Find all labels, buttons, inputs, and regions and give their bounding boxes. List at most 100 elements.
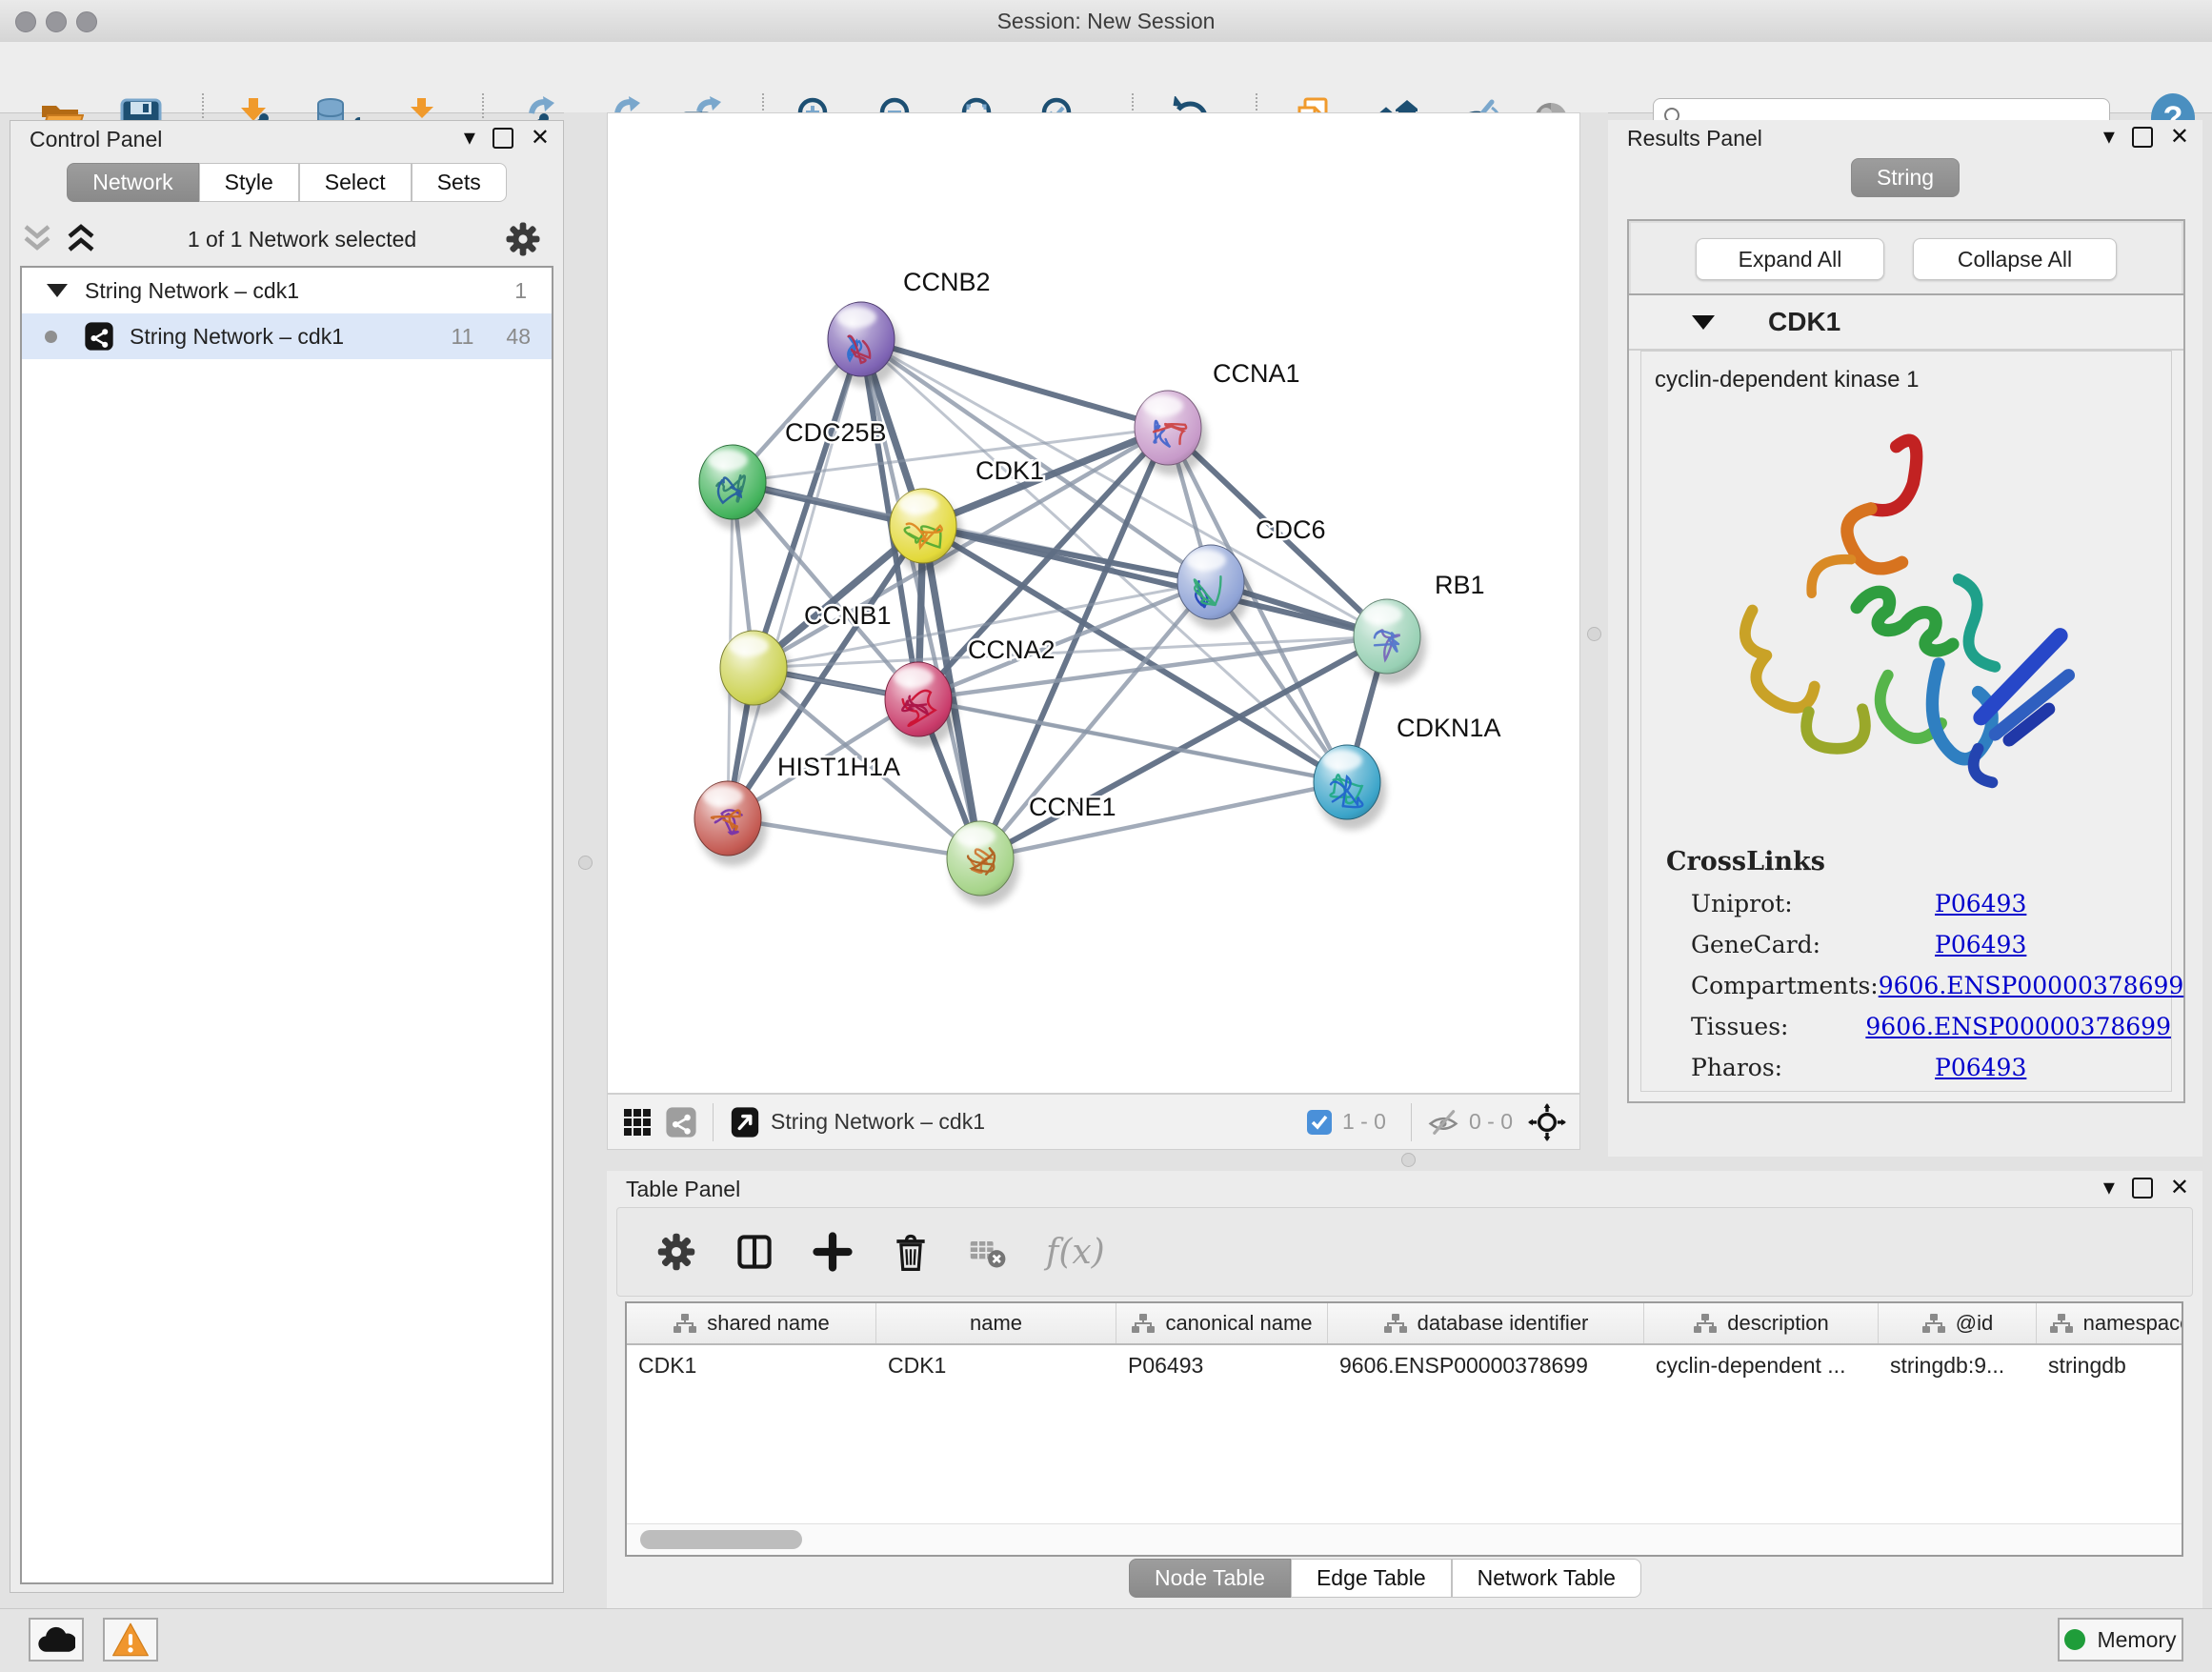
warnings-button[interactable] (103, 1618, 158, 1662)
status-bar: Memory (0, 1608, 2212, 1672)
network-list-toolbar: 1 of 1 Network selected (18, 212, 555, 266)
tab-sets[interactable]: Sets (412, 163, 507, 202)
tab-string[interactable]: String (1851, 158, 1960, 197)
panel-menu-icon[interactable]: ▾ (464, 127, 475, 150)
show-columns-icon[interactable] (734, 1231, 775, 1273)
cloud-status-button[interactable] (29, 1618, 84, 1662)
column-header-description[interactable]: description (1644, 1303, 1879, 1343)
crosslink-link[interactable]: P06493 (1935, 890, 2026, 917)
network-graph[interactable]: CCNB2CCNA1CDC25BCDK1CDC6RB1CCNB1CCNA2CDK… (608, 113, 1579, 1093)
gene-symbol: CDK1 (1768, 307, 1840, 337)
graph-node-hist1h1a[interactable] (694, 781, 767, 866)
graph-node-cdc6[interactable] (1177, 545, 1250, 630)
expand-all-networks-icon[interactable] (62, 223, 100, 255)
column-label: namespace (2083, 1311, 2183, 1336)
table-panel: Table Panel ▾ ✕ f(x) shared namename cano… (607, 1171, 2202, 1608)
add-column-icon[interactable] (812, 1231, 854, 1273)
column-header-namespace[interactable]: namespace (2037, 1303, 2183, 1343)
panel-float-icon[interactable] (493, 128, 513, 149)
graph-node-cdkn1a[interactable] (1314, 745, 1386, 830)
panel-float-icon[interactable] (2132, 1178, 2153, 1199)
network-collection-row[interactable]: String Network – cdk1 1 (22, 268, 552, 313)
graph-node-ccna1[interactable] (1135, 391, 1207, 475)
gene-entry-body: cyclin-dependent kinase 1 (1640, 351, 2172, 1092)
crosslink-row: Pharos:P06493 (1691, 1054, 2171, 1081)
table-options-gear-icon[interactable] (655, 1231, 697, 1273)
crosslink-label: Uniprot: (1691, 890, 1935, 917)
collection-expand-caret-icon[interactable] (47, 284, 68, 297)
column-header-name[interactable]: name (876, 1303, 1116, 1343)
network-column-icon (673, 1313, 697, 1334)
table-horizontal-scrollbar[interactable] (627, 1523, 2182, 1555)
table-body: CDK1CDK1P064939606.ENSP00000378699cyclin… (627, 1345, 2182, 1385)
collapse-all-networks-icon[interactable] (18, 223, 56, 255)
tab-style[interactable]: Style (199, 163, 299, 202)
scrollbar-thumb[interactable] (640, 1530, 802, 1549)
tab-select[interactable]: Select (299, 163, 412, 202)
node-label-cdk1: CDK1 (975, 456, 1044, 485)
column-header-canonical-name[interactable]: canonical name (1116, 1303, 1328, 1343)
tab-network-table[interactable]: Network Table (1452, 1559, 1641, 1598)
panel-menu-icon[interactable]: ▾ (2103, 126, 2115, 149)
panel-close-icon[interactable]: ✕ (2170, 1177, 2189, 1199)
graph-node-cdc25b[interactable] (699, 445, 772, 530)
network-row-selected[interactable]: String Network – cdk1 11 48 (22, 313, 552, 359)
crosslink-link[interactable]: P06493 (1935, 931, 2026, 958)
crosslink-label: GeneCard: (1691, 931, 1935, 958)
crosslink-row: Compartments:9606.ENSP00000378699 (1691, 972, 2171, 999)
table-row[interactable]: CDK1CDK1P064939606.ENSP00000378699cyclin… (627, 1345, 2182, 1385)
network-options-gear-icon[interactable] (504, 220, 542, 258)
column-header-database-identifier[interactable]: database identifier (1328, 1303, 1644, 1343)
column-header-id[interactable]: @id (1879, 1303, 2037, 1343)
main-toolbar: ? (0, 42, 2212, 113)
delete-column-icon[interactable] (890, 1231, 932, 1273)
gene-entry-header[interactable]: CDK1 (1629, 295, 2183, 351)
tab-network[interactable]: Network (67, 163, 198, 202)
column-label: canonical name (1165, 1311, 1312, 1336)
panel-float-icon[interactable] (2132, 127, 2153, 148)
current-network-name: String Network – cdk1 (771, 1109, 985, 1135)
panel-close-icon[interactable]: ✕ (2170, 126, 2189, 149)
graph-node-rb1[interactable] (1354, 599, 1426, 684)
network-column-icon (2049, 1313, 2074, 1334)
fit-content-crosshair-icon[interactable] (1528, 1103, 1566, 1141)
node-table: shared namename canonical name database id… (625, 1301, 2183, 1557)
tab-edge-table[interactable]: Edge Table (1291, 1559, 1452, 1598)
selected-checkbox-icon[interactable] (1306, 1109, 1333, 1136)
table-toolbar: f(x) (616, 1207, 2193, 1297)
detach-view-icon[interactable] (729, 1106, 761, 1138)
node-label-ccnb1: CCNB1 (804, 601, 892, 630)
memory-button[interactable]: Memory (2058, 1618, 2183, 1662)
window-title: Session: New Session (0, 9, 2212, 34)
table-header-row: shared namename canonical name database id… (627, 1303, 2182, 1345)
column-header-shared-name[interactable]: shared name (627, 1303, 876, 1343)
collection-label: String Network – cdk1 (85, 278, 299, 304)
network-label: String Network – cdk1 (130, 324, 344, 350)
network-selection-status: 1 of 1 Network selected (100, 227, 504, 252)
splitter-left[interactable] (564, 112, 607, 1593)
graph-node-ccnb2[interactable] (828, 302, 900, 387)
memory-status-dot-icon (2064, 1629, 2085, 1650)
graph-node-ccne1[interactable] (947, 821, 1019, 906)
crosslink-link[interactable]: P06493 (1935, 1054, 2026, 1081)
tab-node-table[interactable]: Node Table (1129, 1559, 1291, 1598)
table-panel-header: Table Panel ▾ ✕ (607, 1171, 2202, 1205)
crosslink-link[interactable]: 9606.ENSP00000378699 (1879, 972, 2184, 999)
gene-collapse-caret-icon[interactable] (1692, 315, 1715, 330)
table-cell: stringdb:9... (1879, 1345, 2037, 1385)
panel-close-icon[interactable]: ✕ (531, 127, 550, 150)
splitter-right[interactable] (1580, 112, 1608, 1157)
delete-table-icon (968, 1231, 1010, 1273)
network-overview-icon[interactable] (665, 1106, 697, 1138)
show-grid-icon[interactable] (621, 1106, 654, 1138)
control-panel: Control Panel ▾ ✕ NetworkStyleSelectSets… (10, 120, 564, 1593)
node-label-cdc6: CDC6 (1256, 515, 1326, 544)
hidden-eye-icon (1427, 1106, 1459, 1138)
collapse-all-button[interactable]: Collapse All (1913, 238, 2117, 280)
column-label: description (1727, 1311, 1828, 1336)
expand-all-button[interactable]: Expand All (1696, 238, 1884, 280)
crosslink-link[interactable]: 9606.ENSP00000378699 (1865, 1013, 2171, 1040)
panel-menu-icon[interactable]: ▾ (2103, 1177, 2115, 1199)
network-canvas[interactable]: CCNB2CCNA1CDC25BCDK1CDC6RB1CCNB1CCNA2CDK… (607, 112, 1580, 1094)
network-view-toolbar: String Network – cdk1 1 - 0 0 - 0 (607, 1094, 1580, 1150)
